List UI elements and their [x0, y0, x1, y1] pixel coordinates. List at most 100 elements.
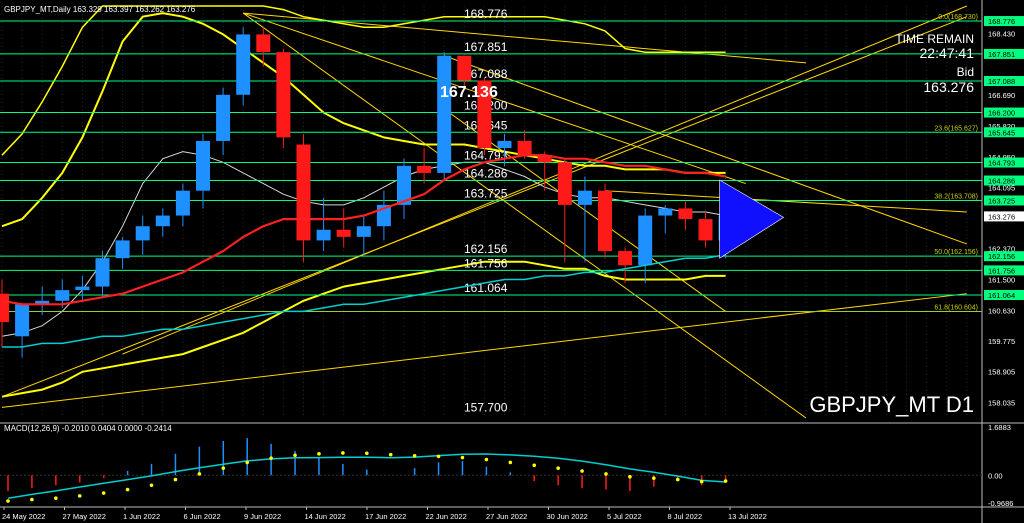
candle-body[interactable]	[175, 190, 190, 216]
level-label: 164.793	[464, 149, 508, 163]
macd-axis-label: -0.9686	[988, 499, 1013, 508]
candle-body[interactable]	[196, 140, 210, 191]
date-label: 1 Jun 2022	[123, 512, 160, 521]
macd-signal-dot	[30, 497, 34, 502]
date-label: 24 May 2022	[2, 512, 45, 521]
level-label: 164.286	[464, 167, 508, 181]
candle-body[interactable]	[296, 144, 311, 241]
macd-signal-dot	[556, 466, 560, 470]
macd-signal-dot	[580, 469, 584, 473]
level-price-label: 167.851	[988, 50, 1015, 59]
macd-signal-dot	[173, 477, 178, 482]
level-label: 167.851	[464, 40, 508, 54]
macd-signal-dot	[508, 460, 513, 465]
date-label: 17 Jun 2022	[365, 512, 406, 521]
level-price-label: 165.645	[988, 128, 1015, 137]
chart-header: GBPJPY_MT,Daily 163.329 163.397 163.262 …	[4, 5, 196, 14]
candle-body[interactable]	[256, 34, 271, 53]
fib-label: 23.6(165.627)	[934, 125, 978, 132]
macd-signal-dot	[365, 451, 369, 456]
date-label: 27 Jun 2022	[486, 512, 527, 521]
candle-body[interactable]	[678, 208, 693, 220]
macd-signal-dot	[436, 454, 441, 459]
macd-signal-dot	[149, 483, 154, 488]
candle-body[interactable]	[638, 215, 653, 266]
level-label: 157.700	[464, 400, 508, 414]
macd-signal-dot	[221, 466, 226, 470]
candle-body[interactable]	[437, 55, 452, 173]
macd-signal-dot	[269, 456, 273, 460]
time-remain-label: TIME REMAIN	[895, 32, 974, 46]
date-label: 14 Jun 2022	[305, 512, 346, 521]
highlight-price: 167.136	[440, 84, 498, 101]
price-tick-label: 166.690	[988, 91, 1015, 100]
price-tick-label: 158.905	[988, 368, 1015, 377]
candle-body[interactable]	[75, 286, 90, 291]
candle-body[interactable]	[517, 140, 532, 156]
candle-body[interactable]	[698, 219, 713, 241]
date-label: 8 Jul 2022	[668, 512, 703, 521]
macd-header: MACD(12,26,9) -0.2010 0.0404 0.0000 -0.2…	[4, 424, 172, 433]
time-remain-value: 22:47:41	[920, 45, 975, 61]
macd-signal-dot	[317, 452, 321, 456]
price-tick-label: 158.035	[988, 399, 1015, 408]
macd-axis-label: 1.6883	[988, 423, 1011, 432]
candle-body[interactable]	[15, 304, 30, 337]
candle-body[interactable]	[276, 52, 291, 138]
candle-body[interactable]	[618, 251, 633, 266]
candle-body[interactable]	[216, 94, 231, 141]
candle-body[interactable]	[577, 190, 592, 205]
date-label: 30 Jun 2022	[547, 512, 588, 521]
candle-body[interactable]	[457, 55, 472, 81]
date-label: 13 Jul 2022	[728, 512, 767, 521]
date-label: 6 Jun 2022	[184, 512, 221, 521]
price-tick-label: 163.276	[988, 212, 1015, 221]
candle-body[interactable]	[598, 190, 612, 252]
level-label: 161.756	[464, 256, 508, 270]
candle-body[interactable]	[316, 229, 331, 241]
candle-body[interactable]	[557, 162, 572, 205]
price-tick-label: 161.500	[988, 275, 1015, 284]
chart-canvas: 168.776 0.0(168.730) 167.851 167.088 166.200…	[0, 0, 1024, 523]
level-price-label: 163.725	[988, 196, 1015, 205]
candle-body[interactable]	[155, 215, 170, 227]
bid-value: 163.276	[923, 79, 974, 95]
level-price-label: 166.200	[988, 109, 1015, 118]
macd-signal-dot	[675, 477, 680, 482]
candle-body[interactable]	[236, 34, 251, 95]
level-label: 162.156	[464, 242, 508, 256]
macd-signal-dot	[652, 476, 656, 480]
candle-body[interactable]	[417, 165, 432, 173]
macd-signal-dot	[412, 454, 417, 458]
macd-signal-dot	[341, 451, 345, 455]
macd-signal-dot	[628, 474, 632, 479]
candle-body[interactable]	[135, 226, 150, 241]
candle-body[interactable]	[55, 290, 70, 301]
macd-signal-dot	[245, 460, 249, 465]
level-label: 163.725	[464, 186, 508, 200]
level-price-label: 164.793	[988, 159, 1015, 168]
fib-label: 0.0(168.730)	[938, 14, 978, 21]
candle-body[interactable]	[356, 226, 371, 237]
level-price-label: 161.756	[988, 266, 1015, 275]
price-tick-label: 159.775	[988, 337, 1015, 346]
candle-body[interactable]	[497, 140, 512, 149]
macd-signal-dot	[484, 457, 489, 462]
candle-body[interactable]	[95, 258, 110, 287]
date-label: 22 Jun 2022	[426, 512, 467, 521]
candle-body[interactable]	[0, 293, 9, 323]
macd-signal-dot	[293, 453, 297, 458]
date-label: 5 Jul 2022	[607, 512, 642, 521]
fib-label: 61.8(160.604)	[934, 304, 978, 311]
candle-body[interactable]	[336, 229, 351, 237]
level-price-label: 164.286	[988, 177, 1015, 186]
level-price-label: 168.776	[988, 17, 1015, 26]
price-tick-label: 168.430	[988, 29, 1015, 38]
macd-signal-dot	[77, 494, 82, 498]
level-price-label: 162.156	[988, 252, 1015, 261]
macd-signal-dot	[388, 452, 393, 457]
symbol-label: GBPJPY_MT D1	[809, 392, 974, 417]
candle-body[interactable]	[658, 208, 673, 216]
price-tick-label: 160.630	[988, 306, 1015, 315]
candle-body[interactable]	[115, 240, 130, 259]
